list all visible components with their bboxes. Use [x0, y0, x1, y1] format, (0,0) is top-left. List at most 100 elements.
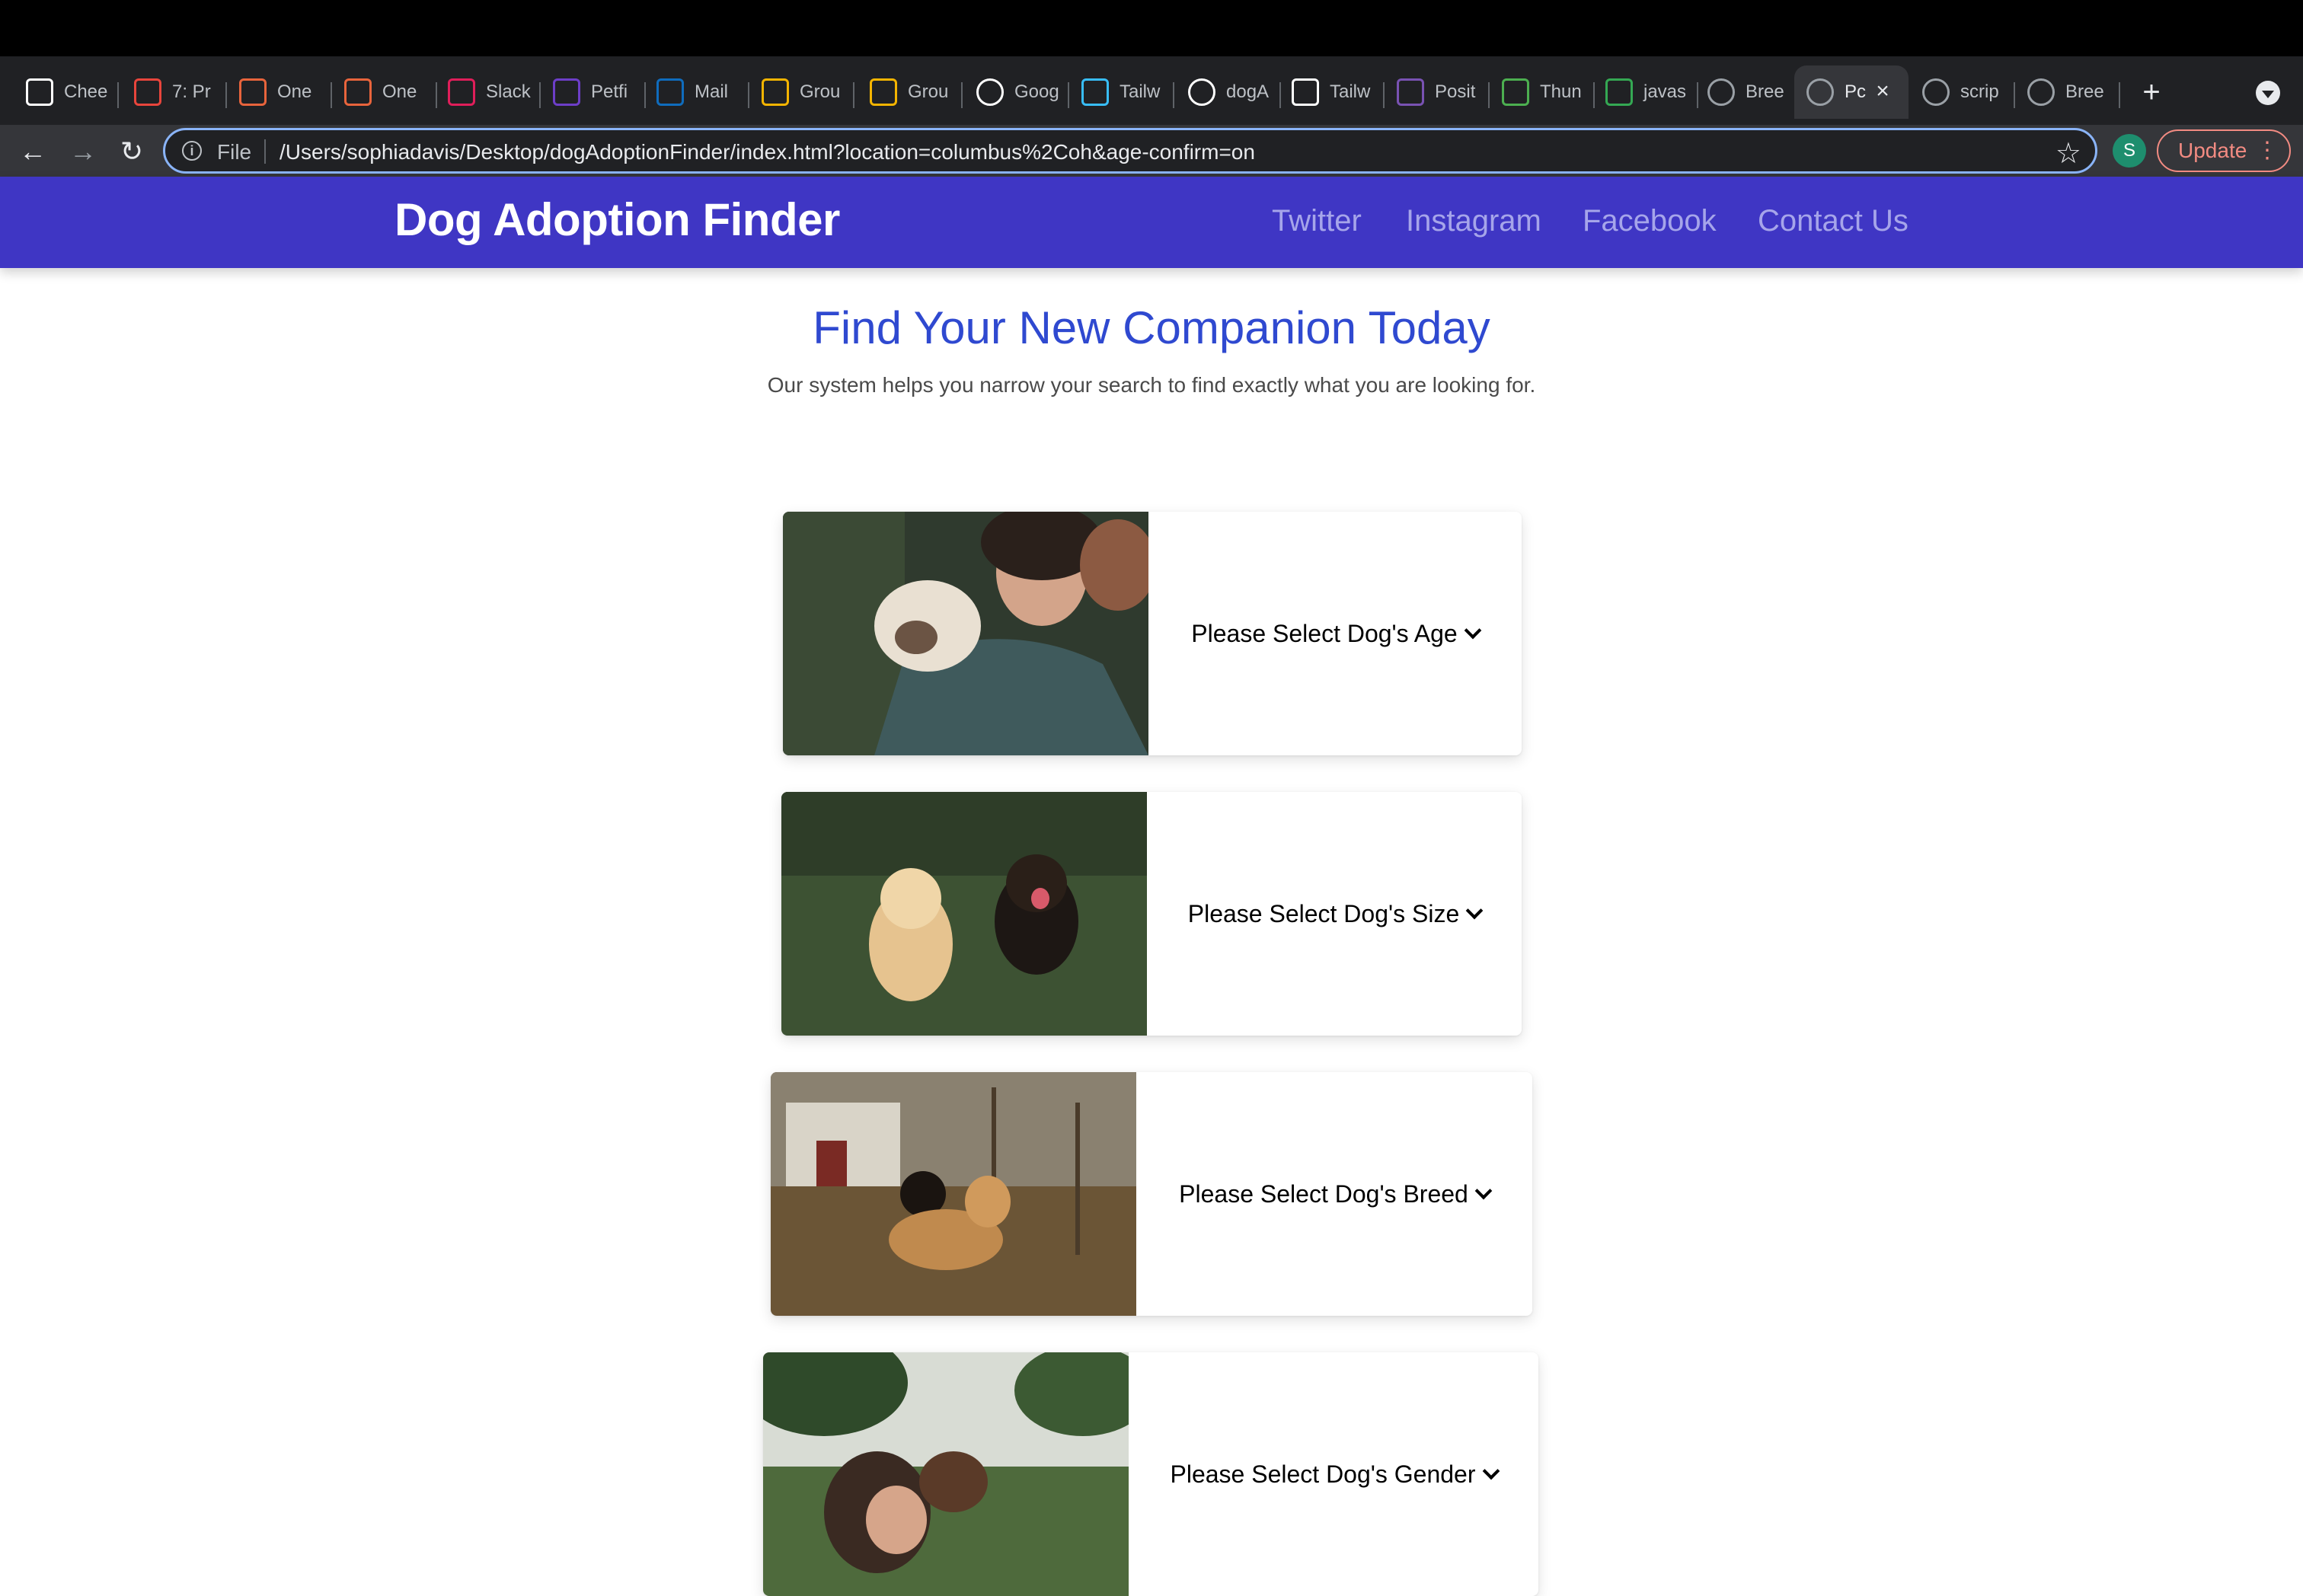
age-select[interactable]: Please Select Dog's Age — [1148, 512, 1522, 755]
breed-select-label: Please Select Dog's Breed — [1179, 1179, 1468, 1208]
url-text[interactable]: /Users/sophiadavis/Desktop/dogAdoptionFi… — [279, 140, 1255, 164]
site-title[interactable]: Dog Adoption Finder — [394, 193, 840, 246]
slides-icon — [762, 78, 789, 106]
settings-gear-icon — [134, 78, 161, 106]
nav-link-contact-us[interactable]: Contact Us — [1758, 204, 1909, 238]
outlook-mail-icon — [656, 78, 684, 106]
site-info-icon[interactable]: i — [182, 141, 202, 161]
browser-tab[interactable]: Chee — [14, 65, 119, 119]
helmet-icon — [344, 78, 372, 106]
browser-tab-label: Posit — [1435, 81, 1476, 102]
browser-tab[interactable]: Thun — [1490, 65, 1595, 119]
tab-separator — [961, 82, 963, 108]
two-dogs-on-grass-photo — [781, 792, 1147, 1036]
back-button[interactable]: ← — [14, 132, 52, 171]
browser-tab[interactable]: One — [332, 65, 437, 119]
tailwind-icon — [1081, 78, 1109, 106]
chevron-down-icon — [1482, 1462, 1500, 1480]
browser-tab[interactable]: Bree — [2015, 65, 2120, 119]
browser-tab[interactable]: Grou — [858, 65, 963, 119]
nav-link-twitter[interactable]: Twitter — [1272, 204, 1362, 238]
browser-tab[interactable]: Mail — [644, 65, 749, 119]
tab-separator — [2119, 82, 2120, 108]
site-header: Dog Adoption Finder Twitter Instagram Fa… — [0, 177, 2303, 268]
chevron-down-icon — [1465, 902, 1484, 920]
browser-tab[interactable]: Grou — [749, 65, 854, 119]
profile-avatar[interactable]: S — [2113, 134, 2146, 168]
globe-icon — [1806, 78, 1834, 106]
google-icon — [976, 78, 1004, 106]
browser-tab[interactable]: Goog — [964, 65, 1069, 119]
address-bar[interactable]: i File /Users/sophiadavis/Desktop/dogAdo… — [163, 128, 2097, 174]
new-tab-button[interactable]: + — [2132, 65, 2170, 119]
slack-icon — [448, 78, 475, 106]
browser-tab-label: Goog — [1014, 81, 1059, 102]
browser-tab-label: Thun — [1540, 81, 1582, 102]
px-icon — [1502, 78, 1529, 106]
codepen-icon — [1292, 78, 1319, 106]
browser-tab-label: 7: Pr — [172, 81, 211, 102]
browser-tab-label: Bree — [1746, 81, 1784, 102]
forward-arrow-icon: → — [69, 136, 97, 167]
bookmark-star-icon[interactable]: ☆ — [2055, 136, 2081, 171]
size-select-label: Please Select Dog's Size — [1187, 899, 1460, 927]
browser-tab-label: dogA — [1226, 81, 1270, 102]
browser-tab[interactable]: Petfi — [541, 65, 646, 119]
nav-link-instagram[interactable]: Instagram — [1406, 204, 1541, 238]
browser-tab[interactable]: Tailw — [1069, 65, 1174, 119]
globe-icon — [1707, 78, 1735, 106]
breed-select[interactable]: Please Select Dog's Breed — [1136, 1072, 1532, 1316]
browser-tab-label: One — [382, 81, 417, 102]
menu-dots-icon: ⋮ — [2256, 138, 2279, 163]
browser-tab-label: javas — [1643, 81, 1687, 102]
browser-tab[interactable]: scrip — [1910, 65, 2015, 119]
globe-icon — [1922, 78, 1950, 106]
browser-tab[interactable]: Slack — [436, 65, 541, 119]
forward-button[interactable]: → — [64, 132, 102, 171]
chevron-down-icon — [1474, 1182, 1493, 1200]
browser-tab[interactable]: Tailw — [1279, 65, 1385, 119]
browser-tab[interactable]: dogA — [1176, 65, 1281, 119]
slides-icon — [870, 78, 897, 106]
reload-icon: ↻ — [120, 136, 144, 167]
hero-subtitle: Our system helps you narrow your search … — [767, 373, 1536, 397]
scheme-label: File — [217, 140, 252, 164]
browser-tab-label: Tailw — [1330, 81, 1371, 102]
filter-card-age: Please Select Dog's Age — [783, 512, 1522, 755]
browser-tab[interactable]: One — [227, 65, 332, 119]
age-select-label: Please Select Dog's Age — [1191, 619, 1458, 647]
filter-card-gender: Please Select Dog's Gender — [763, 1352, 1538, 1596]
system-menu-bar — [0, 0, 2303, 56]
tab-separator — [1173, 82, 1174, 108]
tab-search-icon[interactable] — [2256, 81, 2280, 105]
globe-icon — [2027, 78, 2055, 106]
update-button[interactable]: Update ⋮ — [2157, 129, 2291, 172]
browser-tab-label: One — [277, 81, 312, 102]
github-icon — [1188, 78, 1215, 106]
back-arrow-icon: ← — [19, 136, 46, 167]
nav-link-facebook[interactable]: Facebook — [1583, 204, 1717, 238]
helmet-icon — [239, 78, 267, 106]
gender-select[interactable]: Please Select Dog's Gender — [1129, 1352, 1538, 1596]
browser-tab-label: Grou — [908, 81, 949, 102]
bootstrap-icon — [1397, 78, 1424, 106]
tab-separator — [853, 82, 854, 108]
browser-tab[interactable]: javas — [1593, 65, 1698, 119]
browser-tab[interactable]: Pc × — [1794, 65, 1909, 119]
browser-tab-label: Slack — [486, 81, 531, 102]
browser-tab[interactable]: 7: Pr — [122, 65, 227, 119]
dogs-by-fence-photo — [771, 1072, 1136, 1316]
gender-select-label: Please Select Dog's Gender — [1170, 1460, 1476, 1488]
browser-tab-label: Bree — [2065, 81, 2104, 102]
close-tab-icon[interactable]: × — [1867, 76, 1898, 107]
browser-toolbar: ← → ↻ i File /Users/sophiadavis/Desktop/… — [0, 125, 2303, 177]
browser-tab-label: Chee — [64, 81, 108, 102]
browser-tab[interactable]: Bree — [1695, 65, 1800, 119]
tab-separator — [117, 82, 119, 108]
size-select[interactable]: Please Select Dog's Size — [1147, 792, 1522, 1036]
sparkle-icon — [1605, 78, 1633, 106]
reload-button[interactable]: ↻ — [113, 132, 151, 171]
browser-tab[interactable]: Posit — [1385, 65, 1490, 119]
browser-tab-label: Petfi — [591, 81, 628, 102]
update-label: Update — [2178, 139, 2247, 162]
